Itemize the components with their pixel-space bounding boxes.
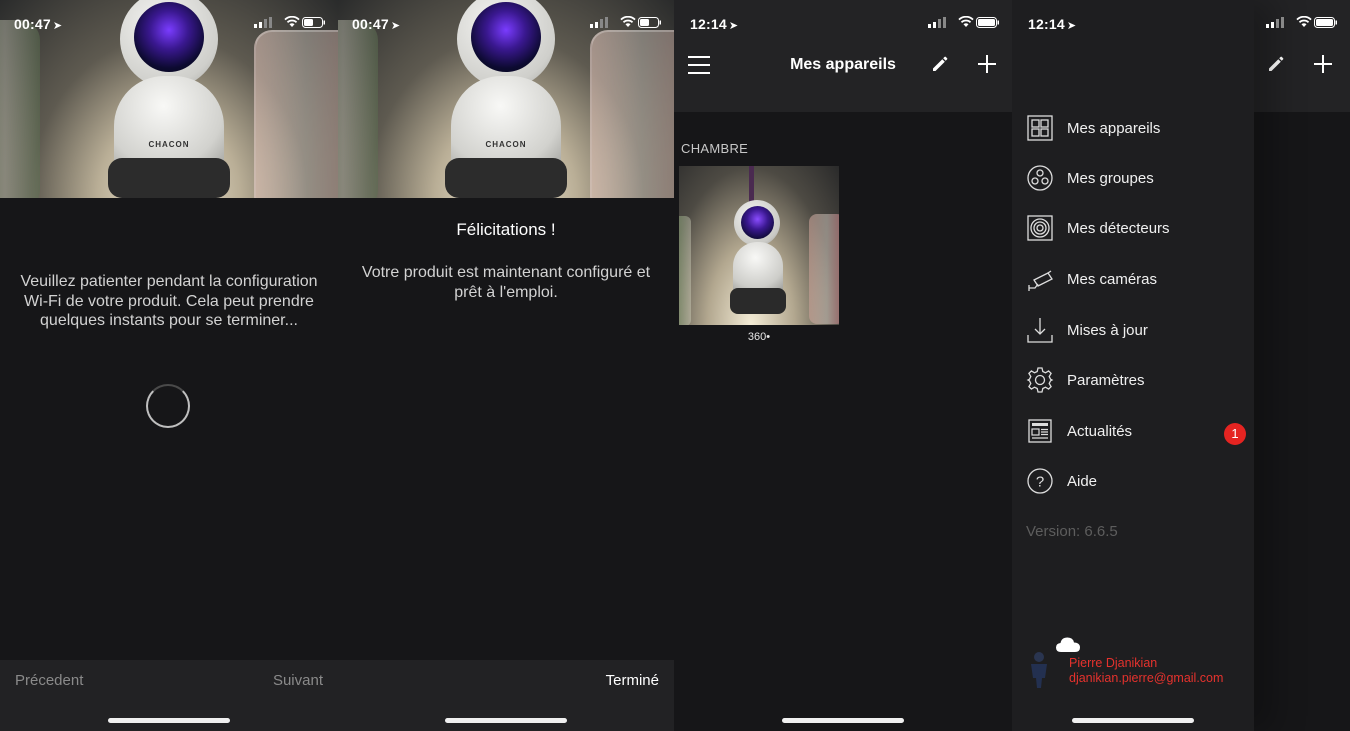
location-arrow-icon: ➤ <box>728 20 739 32</box>
menu-item-my-cameras[interactable]: Mes caméras <box>1012 259 1254 299</box>
location-arrow-icon: ➤ <box>52 20 63 32</box>
previous-button[interactable]: Précedent <box>15 672 83 689</box>
next-button[interactable]: Suivant <box>273 672 323 689</box>
user-name: Pierre Djanikian <box>1069 656 1158 670</box>
status-time: 12:14 ➤ <box>690 16 739 32</box>
camera-icon <box>1028 270 1053 291</box>
setup-complete-screen: CHACON 00:47 ➤ Félicitations ! Votre prod… <box>338 0 674 731</box>
help-icon: ? <box>1027 468 1053 494</box>
battery-icon <box>638 17 661 28</box>
grid-icon <box>1027 115 1053 141</box>
edit-pencil-icon[interactable] <box>1266 54 1286 74</box>
page-title: Mes appareils <box>790 56 896 73</box>
background-devices-screen <box>1254 0 1350 731</box>
wifi-icon <box>958 16 974 27</box>
svg-text:?: ? <box>1036 474 1044 491</box>
menu-item-label: Mes groupes <box>1067 170 1154 187</box>
menu-item-label: Mises à jour <box>1067 322 1148 339</box>
status-time: 00:47 ➤ <box>352 16 401 32</box>
cellular-signal-icon <box>928 17 946 28</box>
location-arrow-icon: ➤ <box>390 20 401 32</box>
add-plus-icon[interactable] <box>977 54 997 74</box>
wifi-icon <box>1296 16 1312 27</box>
side-menu: Mes appareils Mes groupes Mes détecteurs… <box>1012 0 1254 731</box>
home-indicator[interactable] <box>782 718 904 723</box>
battery-icon <box>302 17 325 28</box>
wifi-icon <box>284 16 300 27</box>
menu-item-my-devices[interactable]: Mes appareils <box>1012 108 1254 148</box>
menu-item-news[interactable]: Actualités 1 <box>1012 411 1254 451</box>
bottom-navigation-bar: Terminé <box>338 660 674 731</box>
status-bar: 12:14 ➤ <box>1012 0 1350 48</box>
side-menu-screen: Mes appareils Mes groupes Mes détecteurs… <box>1012 0 1350 731</box>
status-time: 00:47 ➤ <box>14 16 63 32</box>
cellular-signal-icon <box>254 17 272 28</box>
menu-item-help[interactable]: ? Aide <box>1012 461 1254 501</box>
cellular-signal-icon <box>1266 17 1284 28</box>
loading-spinner <box>146 384 190 428</box>
room-section-label: CHAMBRE <box>681 141 749 156</box>
detector-icon <box>1027 215 1053 241</box>
status-bar: 12:14 ➤ <box>674 0 1012 48</box>
battery-icon <box>976 17 999 28</box>
app-version: Version: 6.6.5 <box>1026 523 1118 540</box>
my-devices-screen: Mes appareils 12:14 ➤ CHAMBRE 360• <box>674 0 1012 731</box>
congratulations-title: Félicitations ! <box>456 220 556 239</box>
home-indicator[interactable] <box>1072 718 1194 723</box>
add-plus-icon[interactable] <box>1313 54 1333 74</box>
menu-item-label: Aide <box>1067 473 1098 490</box>
groups-icon <box>1027 165 1053 191</box>
status-time: 12:14 ➤ <box>1028 16 1077 32</box>
menu-item-my-groups[interactable]: Mes groupes <box>1012 158 1254 198</box>
device-tile-thumbnail[interactable] <box>679 166 839 325</box>
wifi-icon <box>620 16 636 27</box>
menu-item-my-detectors[interactable]: Mes détecteurs <box>1012 208 1254 248</box>
device-tile-label: 360• <box>747 331 771 343</box>
news-icon <box>1028 419 1052 443</box>
battery-icon <box>1314 17 1337 28</box>
menu-item-label: Mes caméras <box>1067 271 1158 288</box>
camera-brand-logo: CHACON <box>148 140 190 149</box>
notification-badge: 1 <box>1224 423 1246 445</box>
status-bar: 00:47 ➤ <box>0 0 338 48</box>
done-button[interactable]: Terminé <box>606 672 659 689</box>
wait-message: Veuillez patienter pendant la configurat… <box>20 273 318 329</box>
ready-message: Votre produit est maintenant configuré e… <box>361 264 651 301</box>
download-icon <box>1027 318 1053 343</box>
avatar <box>1031 652 1047 688</box>
edit-pencil-icon[interactable] <box>930 54 950 74</box>
user-profile[interactable]: Pierre Djanikian djanikian.pierre@gmail.… <box>1026 636 1256 696</box>
menu-item-label: Paramètres <box>1067 372 1145 389</box>
wifi-setup-wait-screen: CHACON 00:47 ➤ Veuillez patienter pendant… <box>0 0 338 731</box>
menu-item-updates[interactable]: Mises à jour <box>1012 310 1254 350</box>
user-email: djanikian.pierre@gmail.com <box>1069 671 1224 685</box>
home-indicator[interactable] <box>108 718 230 723</box>
bottom-navigation-bar: Précedent Suivant <box>0 660 338 731</box>
gear-icon <box>1026 367 1054 393</box>
menu-item-settings[interactable]: Paramètres <box>1012 360 1254 400</box>
menu-item-label: Mes appareils <box>1067 120 1161 137</box>
location-arrow-icon: ➤ <box>1066 20 1077 32</box>
screenshot-collage: CHACON 00:47 ➤ Veuillez patienter pendant… <box>0 0 1350 731</box>
cellular-signal-icon <box>590 17 608 28</box>
menu-item-label: Mes détecteurs <box>1067 220 1170 237</box>
cloud-icon <box>1056 637 1080 652</box>
status-bar: 00:47 ➤ <box>338 0 674 48</box>
menu-item-label: Actualités <box>1067 423 1133 440</box>
camera-brand-logo: CHACON <box>485 140 527 149</box>
home-indicator[interactable] <box>445 718 567 723</box>
bottom-area <box>674 660 1012 731</box>
